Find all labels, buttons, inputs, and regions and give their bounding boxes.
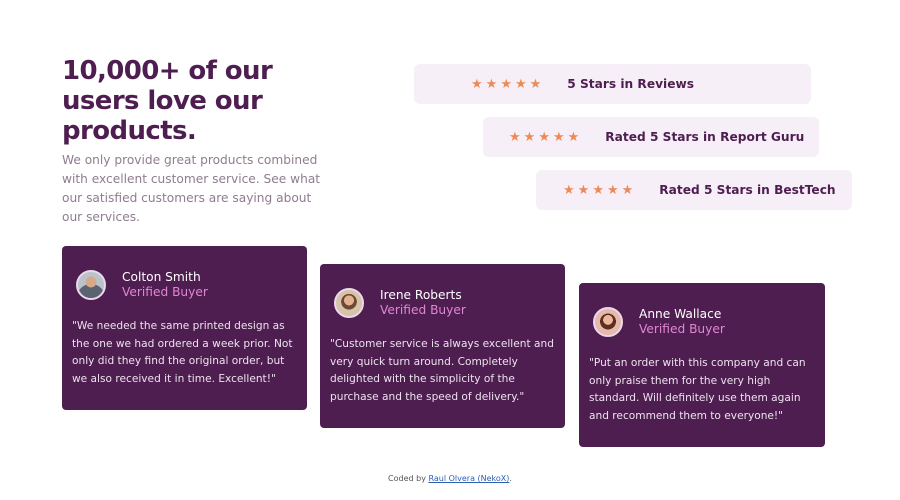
star-rating: ★ ★ ★ ★ ★ <box>563 184 633 197</box>
star-icon: ★ <box>606 182 619 198</box>
star-icon: ★ <box>567 129 580 145</box>
rating-label: Rated 5 Stars in Report Guru <box>605 130 805 144</box>
star-icon: ★ <box>538 129 550 145</box>
avatar <box>593 307 623 337</box>
avatar <box>76 270 106 300</box>
rating-label: Rated 5 Stars in BestTech <box>659 183 836 197</box>
reviewer-name: Anne Wallace <box>639 307 722 321</box>
star-icon: ★ <box>592 182 604 198</box>
avatar <box>334 288 364 318</box>
star-rating: ★ ★ ★ ★ ★ <box>471 78 541 91</box>
star-icon: ★ <box>621 182 634 198</box>
star-icon: ★ <box>523 129 536 145</box>
star-icon: ★ <box>514 76 527 92</box>
attribution: Coded by Raul Olvera (NekoX). <box>0 474 900 483</box>
attribution-prefix: Coded by <box>388 474 426 483</box>
star-rating: ★ ★ ★ ★ ★ <box>509 131 579 144</box>
page-title: 10,000+ of our users love our products. <box>62 56 273 146</box>
testimonial-quote: "Put an order with this company and can … <box>589 357 806 422</box>
star-icon: ★ <box>563 182 575 198</box>
rating-report-guru: ★ ★ ★ ★ ★ Rated 5 Stars in Report Guru <box>483 117 819 157</box>
testimonial-quote: "Customer service is always excellent an… <box>330 338 554 403</box>
verified-buyer-label: Verified Buyer <box>380 303 466 317</box>
testimonial-card-anne: Anne Wallace Verified Buyer "Put an orde… <box>579 283 825 447</box>
author-link[interactable]: Raul Olvera (NekoX) <box>429 474 510 483</box>
verified-buyer-label: Verified Buyer <box>122 285 208 299</box>
testimonial-quote: "We needed the same printed design as th… <box>72 320 293 385</box>
attribution-suffix: . <box>509 474 512 483</box>
rating-besttech: ★ ★ ★ ★ ★ Rated 5 Stars in BestTech <box>536 170 852 210</box>
star-icon: ★ <box>485 76 498 92</box>
reviewer-name: Irene Roberts <box>380 288 462 302</box>
testimonial-card-colton: Colton Smith Verified Buyer "We needed t… <box>62 246 307 410</box>
testimonial-card-irene: Irene Roberts Verified Buyer "Customer s… <box>320 264 565 428</box>
verified-buyer-label: Verified Buyer <box>639 322 725 336</box>
rating-label: 5 Stars in Reviews <box>567 77 694 91</box>
star-icon: ★ <box>509 129 521 145</box>
star-icon: ★ <box>471 76 483 92</box>
reviewer-name: Colton Smith <box>122 270 201 284</box>
star-icon: ★ <box>577 182 590 198</box>
intro-text: We only provide great products combined … <box>62 153 321 224</box>
rating-reviews: ★ ★ ★ ★ ★ 5 Stars in Reviews <box>414 64 811 104</box>
star-icon: ★ <box>529 76 542 92</box>
star-icon: ★ <box>552 129 565 145</box>
star-icon: ★ <box>500 76 512 92</box>
